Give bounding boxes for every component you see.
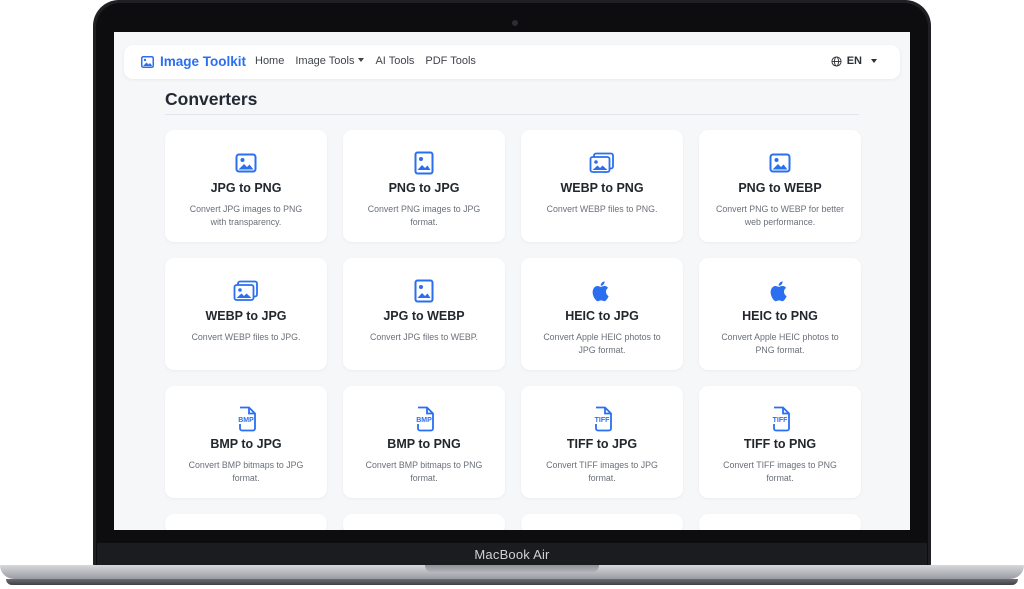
card-png-to-webp[interactable]: PNG to WEBP Convert PNG to WEBP for bette… bbox=[699, 130, 861, 242]
card-title: JPG to PNG bbox=[210, 181, 282, 195]
globe-icon bbox=[831, 55, 842, 67]
card-jpg-to-png[interactable]: JPG to PNG Convert JPG images to PNG with… bbox=[165, 130, 327, 242]
bmp-file-icon: BMP bbox=[165, 406, 327, 432]
card-jpg-to-webp[interactable]: JPG to WEBP Convert JPG files to WEBP. bbox=[343, 258, 505, 370]
card-webp-to-jpg[interactable]: WEBP to JPG Convert WEBP files to JPG. bbox=[165, 258, 327, 370]
card-bmp-to-png[interactable]: BMP BMP to PNG Convert BMP bitmaps to PNG … bbox=[343, 386, 505, 498]
card-description: Convert WEBP files to JPG. bbox=[191, 332, 301, 342]
card-description: Convert Apple HEIC photos to PNG format. bbox=[721, 332, 839, 355]
svg-text:BMP: BMP bbox=[416, 417, 432, 424]
card-partial[interactable] bbox=[343, 514, 505, 530]
images-icon bbox=[165, 278, 327, 304]
tiff-file-icon: TIFF bbox=[521, 406, 683, 432]
device-label: MacBook Air bbox=[97, 543, 927, 567]
navbar: Image Toolkit Home Image Tools AI Tools … bbox=[124, 45, 900, 79]
card-bmp-to-jpg[interactable]: BMP BMP to JPG Convert BMP bitmaps to JPG … bbox=[165, 386, 327, 498]
apple-icon bbox=[521, 278, 683, 304]
image-file-icon bbox=[343, 150, 505, 176]
card-description: Convert BMP bitmaps to JPG format. bbox=[188, 460, 304, 483]
svg-text:BMP: BMP bbox=[238, 417, 254, 424]
nav-image-tools-label: Image Tools bbox=[295, 55, 355, 67]
laptop-notch bbox=[425, 565, 599, 573]
nav-ai-tools[interactable]: AI Tools bbox=[375, 55, 414, 67]
card-title: TIFF to PNG bbox=[743, 437, 817, 451]
svg-text:TIFF: TIFF bbox=[595, 417, 610, 424]
card-title: TIFF to JPG bbox=[566, 437, 638, 451]
camera-icon bbox=[512, 20, 518, 26]
card-webp-to-png[interactable]: WEBP to PNG Convert WEBP files to PNG. bbox=[521, 130, 683, 242]
card-title: WEBP to PNG bbox=[560, 181, 644, 195]
card-description: Convert PNG to WEBP for better web perfo… bbox=[716, 204, 844, 227]
language-selector[interactable]: EN bbox=[831, 55, 877, 67]
language-label: EN bbox=[846, 55, 862, 67]
card-heic-to-png[interactable]: HEIC to PNG Convert Apple HEIC photos to … bbox=[699, 258, 861, 370]
card-title: WEBP to JPG bbox=[205, 309, 287, 323]
screen: Image Toolkit Home Image Tools AI Tools … bbox=[114, 32, 910, 530]
card-description: Convert TIFF images to PNG format. bbox=[723, 460, 837, 483]
card-description: Convert BMP bitmaps to PNG format. bbox=[365, 460, 483, 483]
image-icon bbox=[699, 150, 861, 176]
brand-link[interactable]: Image Toolkit bbox=[141, 54, 246, 69]
card-png-to-jpg[interactable]: PNG to JPG Convert PNG images to JPG form… bbox=[343, 130, 505, 242]
card-description: Convert PNG images to JPG format. bbox=[367, 204, 481, 227]
section-divider bbox=[165, 114, 859, 115]
converter-grid: JPG to PNG Convert JPG images to PNG with… bbox=[165, 130, 861, 530]
image-icon bbox=[165, 150, 327, 176]
card-tiff-to-png[interactable]: TIFF TIFF to PNG Convert TIFF images to PN… bbox=[699, 386, 861, 498]
section-title: Converters bbox=[165, 89, 258, 109]
card-heic-to-jpg[interactable]: HEIC to JPG Convert Apple HEIC photos to … bbox=[521, 258, 683, 370]
apple-icon bbox=[699, 278, 861, 304]
card-title: PNG to WEBP bbox=[738, 181, 822, 195]
card-description: Convert TIFF images to JPG format. bbox=[546, 460, 658, 483]
nav-links: Home Image Tools AI Tools PDF Tools bbox=[255, 55, 476, 67]
card-title: HEIC to JPG bbox=[565, 309, 639, 323]
brand-name: Image Toolkit bbox=[160, 54, 247, 69]
card-partial[interactable] bbox=[521, 514, 683, 530]
chevron-down-icon bbox=[871, 59, 877, 63]
brand-logo-icon bbox=[141, 55, 154, 68]
card-partial[interactable] bbox=[165, 514, 327, 530]
tiff-file-icon: TIFF bbox=[699, 406, 861, 432]
card-partial[interactable] bbox=[699, 514, 861, 530]
card-description: Convert JPG files to WEBP. bbox=[370, 332, 478, 342]
card-title: JPG to WEBP bbox=[383, 309, 465, 323]
card-description: Convert Apple HEIC photos to JPG format. bbox=[543, 332, 661, 355]
laptop-base-edge bbox=[6, 579, 1018, 585]
card-tiff-to-jpg[interactable]: TIFF TIFF to JPG Convert TIFF images to JP… bbox=[521, 386, 683, 498]
card-description: Convert WEBP files to PNG. bbox=[546, 204, 658, 214]
images-icon bbox=[521, 150, 683, 176]
card-title: BMP to PNG bbox=[387, 437, 461, 451]
nav-image-tools[interactable]: Image Tools bbox=[295, 55, 365, 67]
nav-pdf-tools[interactable]: PDF Tools bbox=[425, 55, 476, 67]
bmp-file-icon: BMP bbox=[343, 406, 505, 432]
card-description: Convert JPG images to PNG with transpare… bbox=[189, 204, 303, 227]
nav-home[interactable]: Home bbox=[255, 55, 284, 67]
svg-text:TIFF: TIFF bbox=[773, 417, 788, 424]
chevron-down-icon bbox=[358, 58, 365, 62]
card-title: PNG to JPG bbox=[388, 181, 460, 195]
card-title: HEIC to PNG bbox=[742, 309, 818, 323]
card-title: BMP to JPG bbox=[210, 437, 282, 451]
image-file-icon bbox=[343, 278, 505, 304]
